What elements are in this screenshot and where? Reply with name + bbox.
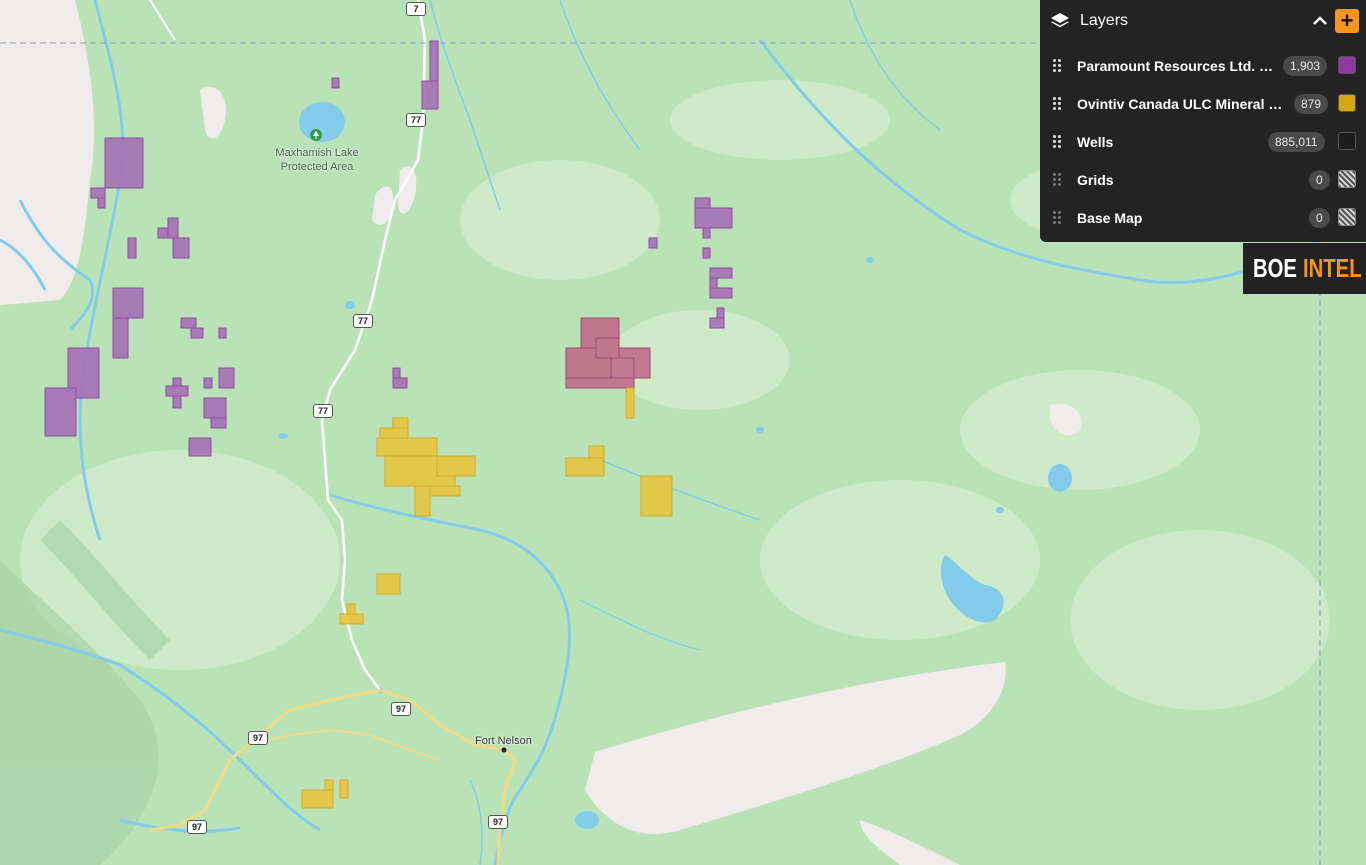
layer-row-wells[interactable]: Wells 885,011 bbox=[1040, 123, 1366, 161]
layer-count: 0 bbox=[1309, 208, 1330, 228]
layer-label: Ovintiv Canada ULC Mineral Rig... bbox=[1077, 96, 1289, 112]
boe-intel-logo: BOE INTEL bbox=[1243, 243, 1366, 294]
logo-part-boe: BOE bbox=[1253, 253, 1297, 283]
layers-panel: Layers + Paramount Resources Ltd. Mi... … bbox=[1040, 0, 1366, 242]
layer-color-swatch[interactable] bbox=[1338, 56, 1356, 74]
layer-label: Grids bbox=[1077, 172, 1114, 188]
layer-count: 1,903 bbox=[1283, 56, 1328, 76]
layer-count: 879 bbox=[1294, 94, 1329, 114]
layer-label: Wells bbox=[1077, 134, 1114, 150]
road-shield-77: 77 bbox=[313, 404, 334, 418]
lake-name: Maxhamish Lake bbox=[275, 147, 359, 159]
road-shield-97: 97 bbox=[391, 702, 412, 716]
layer-color-swatch[interactable] bbox=[1338, 94, 1356, 112]
road-shield-97: 97 bbox=[488, 815, 509, 829]
layer-row-grids[interactable]: Grids 0 bbox=[1040, 161, 1366, 199]
layer-pattern-swatch[interactable] bbox=[1338, 208, 1356, 226]
chevron-up-icon[interactable] bbox=[1312, 11, 1328, 31]
layer-label: Base Map bbox=[1077, 210, 1143, 226]
drag-handle-icon[interactable] bbox=[1053, 173, 1063, 187]
add-layer-button[interactable]: + bbox=[1335, 9, 1359, 33]
lake-label: Maxhamish Lake Protected Area bbox=[262, 146, 372, 174]
logo-part-intel: INTEL bbox=[1303, 253, 1362, 283]
road-shield-77: 77 bbox=[406, 113, 427, 127]
drag-handle-icon[interactable] bbox=[1053, 135, 1063, 149]
town-dot bbox=[501, 747, 507, 753]
town-label: Fort Nelson bbox=[475, 735, 532, 747]
drag-handle-icon[interactable] bbox=[1053, 97, 1063, 111]
layer-pattern-swatch[interactable] bbox=[1338, 170, 1356, 188]
layer-row-base-map[interactable]: Base Map 0 bbox=[1040, 199, 1366, 237]
layers-stack-icon bbox=[1051, 13, 1069, 28]
area-name: Protected Area bbox=[280, 161, 354, 173]
layer-color-swatch[interactable] bbox=[1338, 132, 1356, 150]
layers-panel-header[interactable]: Layers + bbox=[1040, 0, 1366, 42]
road-shield-77: 77 bbox=[353, 314, 374, 328]
road-shield-97: 97 bbox=[187, 820, 208, 834]
layer-label: Paramount Resources Ltd. Mi... bbox=[1077, 58, 1277, 74]
layer-row-ovintiv[interactable]: Ovintiv Canada ULC Mineral Rig... 879 bbox=[1040, 85, 1366, 123]
layer-row-paramount[interactable]: Paramount Resources Ltd. Mi... 1,903 bbox=[1040, 47, 1366, 85]
panel-title: Layers bbox=[1080, 12, 1129, 29]
drag-handle-icon[interactable] bbox=[1053, 59, 1063, 73]
layer-count: 0 bbox=[1309, 170, 1330, 190]
drag-handle-icon[interactable] bbox=[1053, 211, 1063, 225]
layer-count: 885,011 bbox=[1268, 132, 1325, 152]
road-shield-7: 7 bbox=[406, 2, 426, 16]
road-shield-97: 97 bbox=[248, 731, 269, 745]
